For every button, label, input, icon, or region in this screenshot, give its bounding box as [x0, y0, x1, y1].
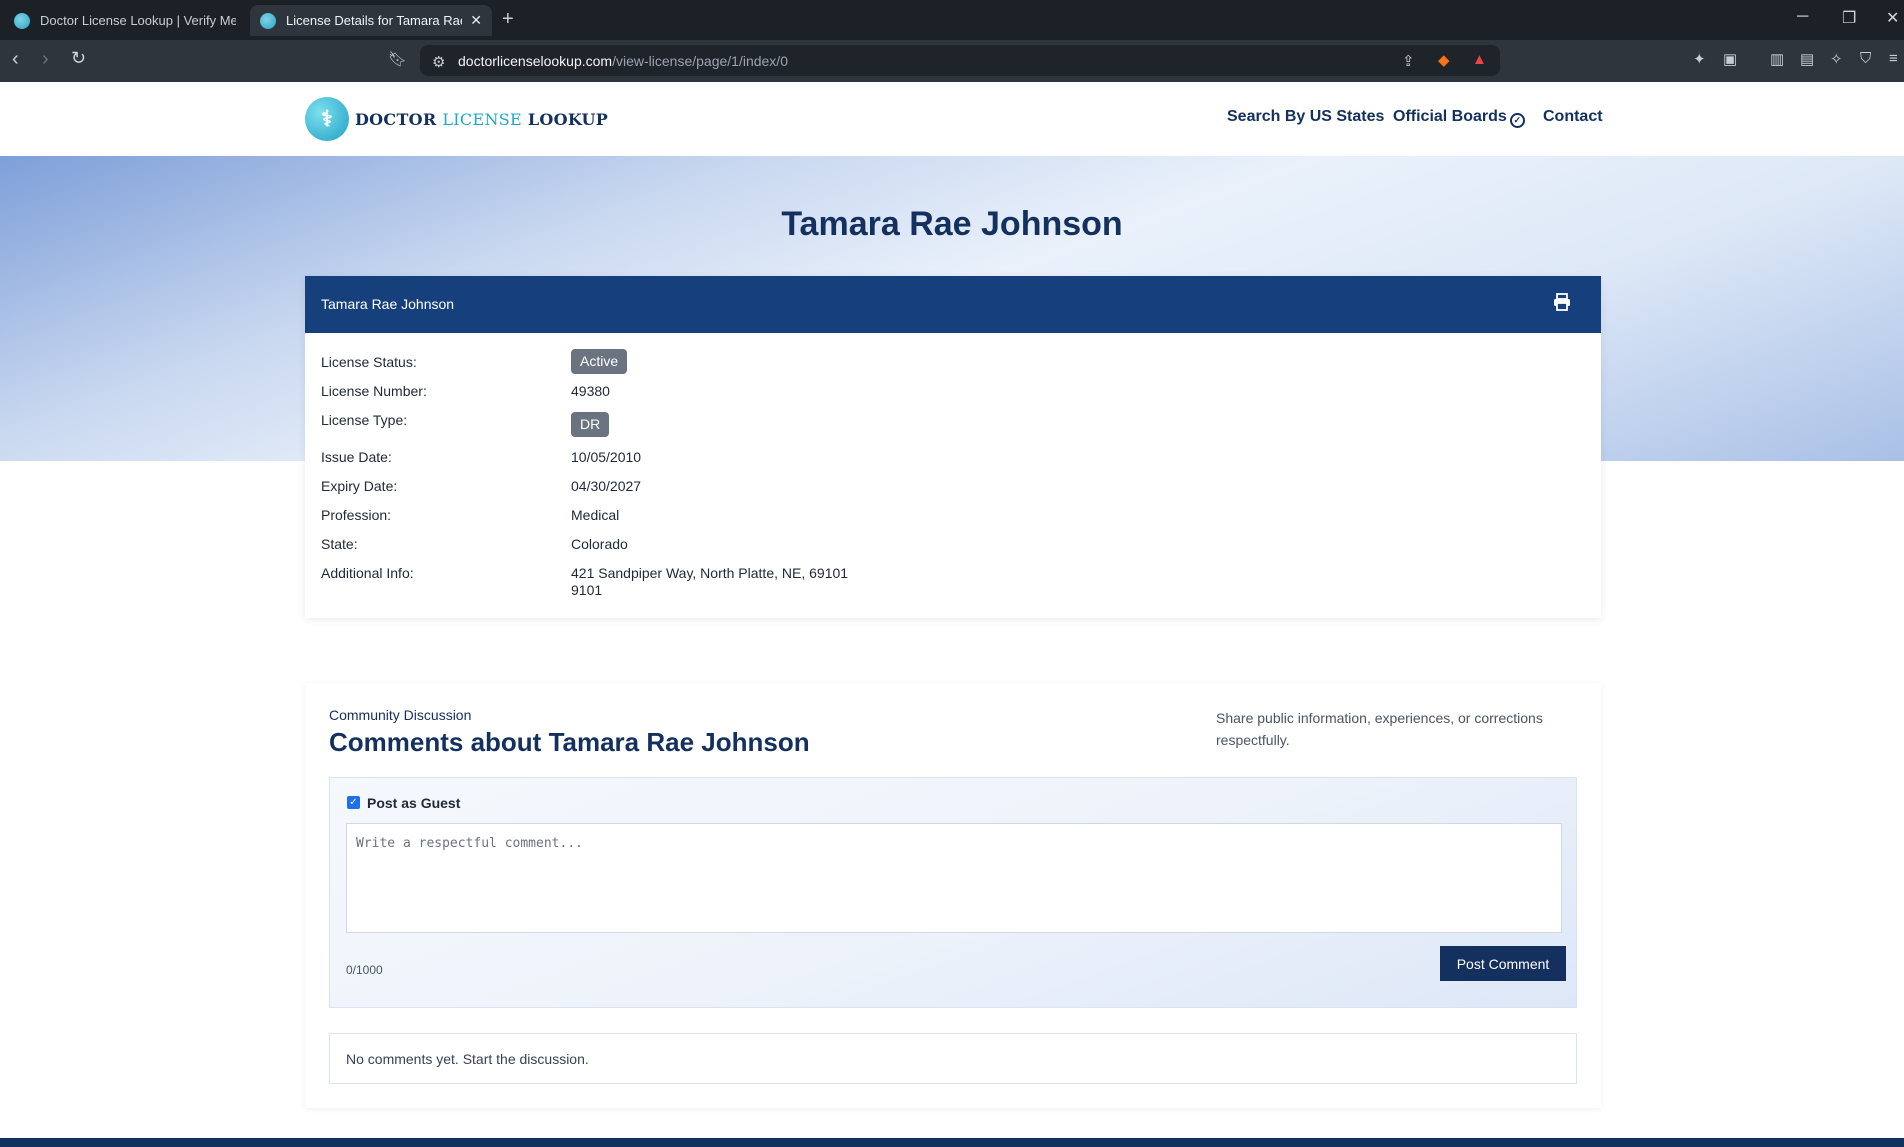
logo-part-3: LOOKUP	[527, 109, 609, 129]
site-favicon-icon	[260, 12, 276, 29]
site-header: ⚕ DOCTOR LICENSE LOOKUP Search By US Sta…	[0, 82, 1904, 156]
back-icon[interactable]: ‹	[12, 48, 19, 71]
browser-tab-2[interactable]: License Details for Tamara Rae Jo ✕	[250, 5, 492, 36]
url-path: /view-license/page/1/index/0	[612, 53, 788, 69]
license-number-value: 49380	[571, 383, 610, 399]
site-logo[interactable]: ⚕ DOCTOR LICENSE LOOKUP	[305, 97, 608, 141]
post-as-guest-checkbox[interactable]: ✓	[347, 796, 360, 809]
tab-label: License Details for Tamara Rae Jo	[286, 13, 462, 28]
status-badge-label: Active	[571, 349, 628, 374]
additional-info-line-2: 9101	[571, 582, 603, 598]
brave-rewards-icon[interactable]: ▲	[1472, 51, 1487, 68]
close-tab-icon[interactable]: ✕	[470, 12, 482, 29]
label-state: State:	[321, 536, 358, 552]
reload-icon[interactable]: ↻	[71, 48, 86, 69]
logo-part-1: DOCTOR	[355, 109, 437, 129]
license-type-label: DR	[571, 412, 610, 437]
additional-info-line-1: 421 Sandpiper Way, North Platte, NE, 691…	[571, 565, 849, 581]
comment-textarea[interactable]: Write a respectful comment...	[346, 823, 1562, 933]
footer-bar	[0, 1138, 1904, 1147]
brave-shield-icon[interactable]: ◆	[1438, 51, 1450, 69]
stethoscope-icon: ⚕	[305, 97, 349, 141]
expiry-date-value: 04/30/2027	[571, 478, 642, 494]
browser-tab-bar: Doctor License Lookup | Verify Medic Lic…	[0, 0, 1904, 40]
url-text: doctorlicenselookup.com/view-license/pag…	[458, 53, 788, 69]
browser-toolbar: ‹ › ↻ 🔖︎ ⚙︎ doctorlicenselookup.com/view…	[0, 40, 1904, 82]
comment-form: ✓ Post as Guest Write a respectful comme…	[329, 777, 1577, 1008]
extensions-icon[interactable]: ✦	[1693, 50, 1706, 68]
status-badge: Active	[571, 349, 628, 374]
site-favicon-icon	[14, 12, 30, 29]
nav-search-states[interactable]: Search By US States	[1227, 108, 1384, 126]
comments-note: Share public information, experiences, o…	[1216, 710, 1543, 748]
label-issue-date: Issue Date:	[321, 449, 392, 465]
comments-title: Comments about Tamara Rae Johnson	[329, 727, 810, 757]
browser-tab-1[interactable]: Doctor License Lookup | Verify Medic	[4, 5, 246, 36]
character-counter: 0/1000	[346, 963, 383, 977]
leo-icon[interactable]: ▣	[1723, 50, 1737, 68]
label-profession: Profession:	[321, 507, 392, 523]
restore-icon[interactable]: ❐	[1842, 8, 1856, 28]
profession-value: Medical	[571, 507, 620, 523]
label-license-number: License Number:	[321, 383, 427, 399]
nav-contact[interactable]: Contact	[1543, 108, 1603, 126]
forward-icon[interactable]: ›	[42, 48, 49, 71]
bookmark-icon[interactable]: 🔖︎	[388, 50, 407, 68]
site-info-icon[interactable]: ⚙︎	[432, 53, 445, 71]
label-additional-info: Additional Info:	[321, 565, 414, 581]
sidebar-icon[interactable]: ▥	[1770, 50, 1784, 68]
wallet-icon[interactable]: ▤	[1800, 50, 1814, 68]
logo-part-2: LICENSE	[442, 109, 522, 129]
logo-text: DOCTOR LICENSE LOOKUP	[355, 110, 608, 129]
vpn-icon[interactable]: ⛉	[1860, 50, 1871, 67]
no-comments-message: No comments yet. Start the discussion.	[329, 1033, 1577, 1084]
tab-label: Doctor License Lookup | Verify Medic	[40, 13, 236, 28]
check-circle-icon: ✓	[1509, 113, 1525, 128]
post-comment-button[interactable]: Post Comment	[1440, 946, 1566, 981]
minimize-icon[interactable]: ─	[1797, 8, 1808, 26]
comments-section: Community Discussion Comments about Tama…	[305, 683, 1601, 1108]
license-card-name: Tamara Rae Johnson	[321, 296, 455, 312]
new-tab-icon[interactable]: +	[502, 8, 514, 31]
state-value: Colorado	[571, 536, 628, 552]
license-type-badge: DR	[571, 412, 610, 437]
print-icon[interactable]	[1553, 293, 1571, 311]
nav-official-boards-label: Official Boards	[1393, 108, 1507, 125]
label-license-status: License Status:	[321, 354, 417, 370]
post-as-guest-label[interactable]: Post as Guest	[367, 795, 460, 811]
label-expiry-date: Expiry Date:	[321, 478, 398, 494]
menu-icon[interactable]: ≡	[1889, 50, 1898, 67]
label-license-type: License Type:	[321, 412, 408, 428]
close-window-icon[interactable]: ✕	[1886, 8, 1899, 28]
nav-official-boards[interactable]: Official Boards ✓	[1393, 108, 1525, 128]
license-card: Tamara Rae Johnson License Status: Activ…	[305, 276, 1601, 618]
issue-date-value: 10/05/2010	[571, 449, 642, 465]
url-host: doctorlicenselookup.com	[458, 53, 613, 69]
license-card-header: Tamara Rae Johnson	[305, 276, 1601, 333]
page-title: Tamara Rae Johnson	[781, 205, 1123, 243]
share-icon[interactable]: ⇪	[1402, 52, 1415, 70]
comments-eyebrow: Community Discussion	[329, 707, 472, 723]
ai-assistant-icon[interactable]: ✧	[1830, 50, 1843, 68]
address-bar[interactable]: ⚙︎ doctorlicenselookup.com/view-license/…	[420, 45, 1500, 76]
